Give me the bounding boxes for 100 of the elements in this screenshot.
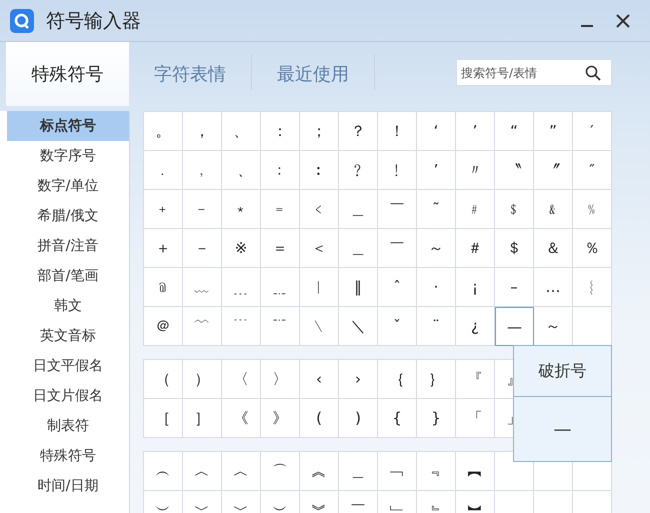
symbol-cell[interactable]: ˆ [378, 268, 417, 307]
symbol-cell[interactable]: 〈 [222, 360, 261, 399]
symbol-cell[interactable]: ｝ [417, 360, 456, 399]
category-item[interactable]: 日文平假名 [7, 351, 129, 381]
symbol-cell[interactable]: ！ [378, 112, 417, 151]
symbol-cell[interactable]: ‖ [339, 268, 378, 307]
search-input[interactable]: 搜索符号/表情 [461, 66, 585, 80]
symbol-cell[interactable]: ’ [417, 151, 456, 190]
symbol-cell[interactable]: ＋ [144, 229, 183, 268]
symbol-cell[interactable]: › [339, 360, 378, 399]
symbol-cell[interactable]: } [417, 399, 456, 438]
symbol-cell[interactable]: ＄ [495, 229, 534, 268]
symbol-cell[interactable]: ︿ [183, 452, 222, 491]
symbol-cell[interactable]: ﹡ [222, 190, 261, 229]
symbol-cell[interactable]: 〝 [495, 151, 534, 190]
symbol-cell[interactable]: 、 [222, 112, 261, 151]
symbol-cell[interactable]: ） [183, 360, 222, 399]
symbol-cell[interactable]: ﹕ [261, 151, 300, 190]
symbol-cell[interactable]: 〞 [534, 151, 573, 190]
symbol-cell[interactable]: 「 [456, 399, 495, 438]
symbol-cell[interactable]: ： [261, 112, 300, 151]
symbol-cell[interactable]: ﹋ [183, 307, 222, 346]
symbol-cell[interactable]: 〉 [261, 360, 300, 399]
symbol-cell[interactable]: ﹍ [222, 268, 261, 307]
symbol-cell[interactable]: ﹖ [339, 151, 378, 190]
symbol-cell[interactable]: ︿ [222, 452, 261, 491]
symbol-cell[interactable]: ￣ [378, 190, 417, 229]
symbol-cell[interactable]: ˜ [417, 190, 456, 229]
symbol-cell[interactable]: ︰ [300, 151, 339, 190]
symbol-cell[interactable]: ﹁ [378, 452, 417, 491]
symbol-cell[interactable]: ＿ [339, 229, 378, 268]
symbol-cell[interactable]: ［ [144, 399, 183, 438]
symbol-cell[interactable]: － [183, 229, 222, 268]
symbol-cell[interactable]: ﹩ [495, 190, 534, 229]
symbol-cell[interactable]: ﹉ [222, 307, 261, 346]
symbol-cell[interactable]: ﹣ [183, 190, 222, 229]
symbol-cell[interactable]: ︾ [300, 491, 339, 513]
symbol-cell[interactable]: ﹒ [144, 151, 183, 190]
symbol-cell[interactable]: ″ [573, 151, 612, 190]
symbol-cell[interactable]: ＿ [339, 452, 378, 491]
symbol-cell[interactable]: ﹏ [183, 268, 222, 307]
symbol-cell[interactable]: ˇ [378, 307, 417, 346]
search-field[interactable]: 搜索符号/表情 [456, 59, 612, 86]
category-item[interactable]: 时间/日期 [7, 471, 129, 501]
symbol-cell[interactable]: ﹂ [378, 491, 417, 513]
symbol-cell[interactable]: “ [495, 112, 534, 151]
symbol-cell[interactable]: ＜ [300, 229, 339, 268]
category-item[interactable]: 日文片假名 [7, 381, 129, 411]
symbol-cell[interactable]: ‹ [300, 360, 339, 399]
category-item[interactable]: 部首/笔画 [7, 261, 129, 291]
symbol-cell[interactable]: ﹀ [222, 491, 261, 513]
symbol-cell[interactable]: ’ [456, 112, 495, 151]
category-item[interactable]: 拼音/注音 [7, 231, 129, 261]
symbol-cell[interactable]: 『 [456, 360, 495, 399]
symbol-cell[interactable]: 《 [222, 399, 261, 438]
symbol-cell[interactable]: ？ [339, 112, 378, 151]
symbol-cell[interactable]: ︶ [144, 491, 183, 513]
category-item[interactable]: 数字序号 [7, 141, 129, 171]
symbol-cell[interactable]: ￣ [378, 229, 417, 268]
category-item[interactable]: 数字/单位 [7, 171, 129, 201]
symbol-cell[interactable]: ﹎ [261, 268, 300, 307]
symbol-cell[interactable]: ﹫ [144, 268, 183, 307]
symbol-cell[interactable]: ﹄ [417, 491, 456, 513]
symbol-cell[interactable]: ﹑ [222, 151, 261, 190]
category-item[interactable]: 希腊/俄文 [7, 201, 129, 231]
symbol-cell[interactable]: 〃 [456, 151, 495, 190]
symbol-cell[interactable]: ︽ [300, 452, 339, 491]
symbol-cell[interactable]: ＃ [456, 229, 495, 268]
symbol-cell[interactable]: （ [144, 360, 183, 399]
symbol-cell[interactable]: ‘ [417, 112, 456, 151]
category-item[interactable]: 标点符号 [7, 111, 129, 141]
symbol-cell[interactable]: ＠ [144, 307, 183, 346]
symbol-cell[interactable]: ｛ [378, 360, 417, 399]
symbol-cell[interactable]: — [495, 307, 534, 346]
symbol-cell[interactable]: ％ [573, 229, 612, 268]
symbol-cell[interactable]: ﹊ [261, 307, 300, 346]
symbol-cell[interactable]: ＝ [261, 229, 300, 268]
symbol-cell[interactable]: ﹗ [378, 151, 417, 190]
symbol-cell[interactable]: ” [534, 112, 573, 151]
symbol-cell[interactable]: ～ [417, 229, 456, 268]
symbol-cell[interactable]: ﹢ [144, 190, 183, 229]
symbol-cell[interactable]: ﹤ [300, 190, 339, 229]
symbol-cell[interactable]: ， [183, 112, 222, 151]
symbol-cell[interactable]: ︴ [573, 268, 612, 307]
symbol-cell[interactable]: ︼ [456, 491, 495, 513]
symbol-cell[interactable]: ︱ [300, 268, 339, 307]
symbol-cell[interactable]: ﹠ [534, 190, 573, 229]
tab[interactable]: 特殊符号 [6, 42, 129, 106]
symbol-cell[interactable]: ) [339, 399, 378, 438]
symbol-cell[interactable]: ＿ [339, 190, 378, 229]
symbol-cell[interactable]: ※ [222, 229, 261, 268]
symbol-cell[interactable]: ( [300, 399, 339, 438]
symbol-cell[interactable]: ］ [183, 399, 222, 438]
symbol-cell[interactable]: 》 [261, 399, 300, 438]
symbol-cell[interactable]: ； [300, 112, 339, 151]
category-item[interactable]: 特殊符号 [7, 441, 129, 471]
symbol-cell[interactable]: ﹪ [573, 190, 612, 229]
symbol-cell[interactable]: ︻ [456, 452, 495, 491]
category-item[interactable]: 英文音标 [7, 321, 129, 351]
symbol-cell[interactable]: ¨ [417, 307, 456, 346]
